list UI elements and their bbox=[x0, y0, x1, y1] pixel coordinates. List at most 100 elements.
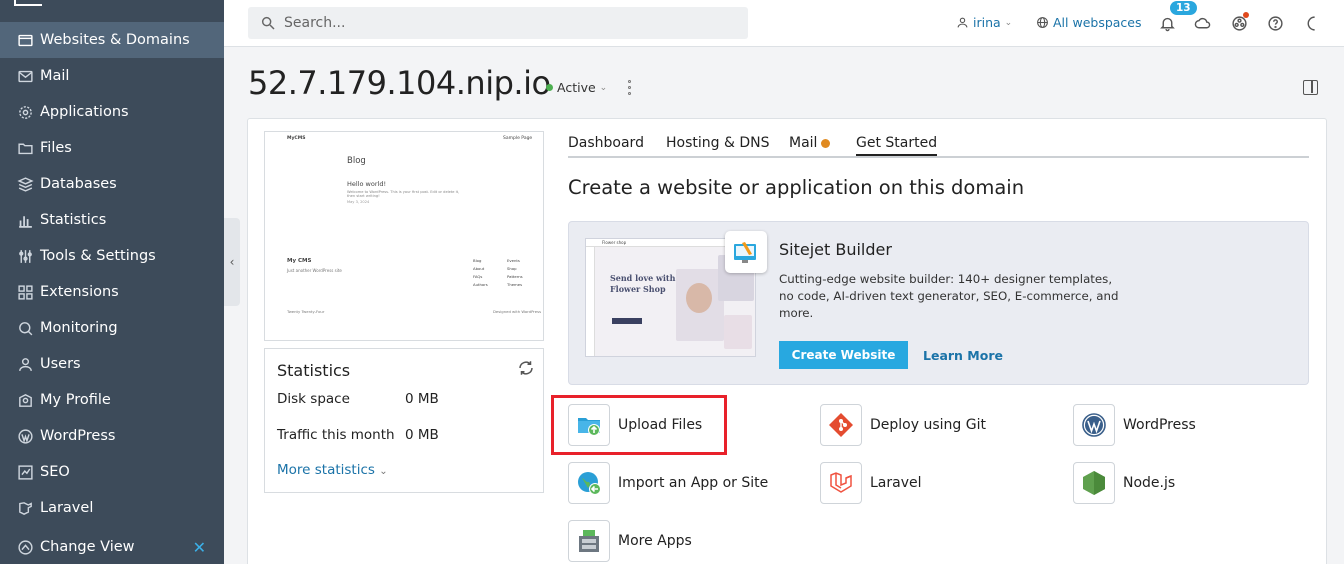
sidebar-collapse-handle[interactable]: ‹ bbox=[224, 218, 240, 306]
refresh-icon[interactable] bbox=[517, 359, 535, 377]
disk-space-label: Disk space bbox=[277, 391, 350, 407]
sitejet-promo: Flower shop Send love with Flower Shop S… bbox=[568, 221, 1309, 385]
more-apps-option[interactable]: More Apps bbox=[568, 520, 692, 562]
tab-mail-label: Mail bbox=[789, 135, 818, 151]
mail-warning-dot bbox=[821, 138, 831, 148]
sidebar-item-label: Databases bbox=[40, 176, 117, 192]
nodejs-icon bbox=[1073, 462, 1115, 504]
cloud-button[interactable] bbox=[1192, 13, 1212, 33]
sidebar-item-extensions[interactable]: Extensions bbox=[0, 274, 224, 310]
import-globe-icon bbox=[568, 462, 610, 504]
gear-icon bbox=[16, 103, 34, 121]
preview-headline: Send love with Flower Shop bbox=[610, 273, 676, 294]
change-view-icon bbox=[16, 538, 34, 556]
learn-more-link[interactable]: Learn More bbox=[923, 348, 1003, 363]
sidebar-item-my-profile[interactable]: My Profile bbox=[0, 382, 224, 418]
tab-mail[interactable]: Mail bbox=[789, 135, 831, 151]
moon-icon bbox=[1307, 15, 1315, 31]
laravel-icon bbox=[820, 462, 862, 504]
database-icon bbox=[16, 175, 34, 193]
preview-credit-right: Designed with WordPress bbox=[493, 309, 542, 314]
sidebar-item-applications[interactable]: Applications bbox=[0, 94, 224, 130]
sidebar-item-label: Applications bbox=[40, 104, 129, 120]
apps-icon bbox=[1231, 15, 1247, 31]
statistics-title: Statistics bbox=[277, 361, 351, 380]
preview-footer-name: My CMS bbox=[287, 258, 312, 264]
deploy-git-label: Deploy using Git bbox=[870, 417, 986, 433]
sidebar-item-seo[interactable]: SEO bbox=[0, 454, 224, 490]
preview-nav: Sample Page bbox=[503, 136, 533, 141]
sidebar-item-tools-settings[interactable]: Tools & Settings bbox=[0, 238, 224, 274]
search-input[interactable] bbox=[284, 15, 724, 31]
sidebar-item-label: SEO bbox=[40, 464, 70, 480]
help-icon bbox=[1267, 15, 1283, 31]
preview-link: About bbox=[473, 266, 485, 271]
chevron-down-icon: ⌄ bbox=[379, 466, 388, 477]
webspaces-menu[interactable]: All webspaces bbox=[1036, 15, 1142, 30]
nodejs-label: Node.js bbox=[1123, 475, 1176, 491]
sidebar-item-mail[interactable]: Mail bbox=[0, 58, 224, 94]
bar-chart-icon bbox=[16, 211, 34, 229]
sidebar-item-label: Websites & Domains bbox=[40, 32, 190, 48]
more-actions-button[interactable] bbox=[624, 78, 634, 96]
tab-get-started[interactable]: Get Started bbox=[856, 135, 938, 156]
sidebar-item-files[interactable]: Files bbox=[0, 130, 224, 166]
status-dot bbox=[546, 84, 553, 91]
globe-icon bbox=[1037, 17, 1048, 28]
disk-space-value: 0 MB bbox=[405, 391, 439, 407]
change-view-button[interactable]: Change View ✕ bbox=[0, 529, 224, 564]
preview-link: Themes bbox=[507, 282, 523, 287]
sidebar-item-label: WordPress bbox=[40, 428, 116, 444]
sidebar-item-label: Mail bbox=[40, 68, 70, 84]
website-preview[interactable]: MyCMS Sample Page Blog Hello world! Welc… bbox=[264, 131, 544, 341]
status-badge[interactable]: Active ⌄ bbox=[546, 80, 607, 95]
laravel-label: Laravel bbox=[870, 475, 922, 491]
sidebar-item-monitoring[interactable]: Monitoring bbox=[0, 310, 224, 346]
laravel-option[interactable]: Laravel bbox=[820, 462, 922, 504]
sidebar-item-websites-domains[interactable]: Websites & Domains bbox=[0, 22, 224, 58]
preview-link: Patterns bbox=[507, 274, 523, 279]
sidebar-item-label: Files bbox=[40, 140, 72, 156]
folder-icon bbox=[16, 139, 34, 157]
more-statistics-link[interactable]: More statistics ⌄ bbox=[277, 462, 388, 478]
notifications-button[interactable] bbox=[1157, 13, 1177, 33]
chevron-left-icon: ‹ bbox=[229, 255, 235, 269]
cloud-icon bbox=[1194, 17, 1210, 28]
top-bar: irina ⌄ All webspaces 13 bbox=[224, 0, 1344, 47]
bell-icon bbox=[1159, 17, 1175, 31]
tab-dashboard[interactable]: Dashboard bbox=[568, 135, 644, 151]
preview-post-text: Welcome to WordPress. This is your first… bbox=[347, 190, 460, 198]
profile-icon bbox=[16, 391, 34, 409]
search-box[interactable] bbox=[248, 7, 748, 39]
sidebar-item-label: Users bbox=[40, 356, 81, 372]
create-website-button[interactable]: Create Website bbox=[779, 341, 908, 369]
preview-post-date: May 3, 2024 bbox=[347, 200, 370, 204]
side-panel-toggle-icon[interactable] bbox=[1303, 80, 1318, 95]
highlight-box bbox=[551, 395, 727, 455]
page-title: 52.7.179.104.nip.io bbox=[248, 64, 551, 102]
deploy-git-option[interactable]: Deploy using Git bbox=[820, 404, 986, 446]
nodejs-option[interactable]: Node.js bbox=[1073, 462, 1175, 504]
sidebar-item-label: My Profile bbox=[40, 392, 111, 408]
tab-hosting-dns[interactable]: Hosting & DNS bbox=[666, 135, 769, 151]
wordpress-option[interactable]: WordPress bbox=[1073, 404, 1196, 446]
extensions-button[interactable] bbox=[1229, 13, 1249, 33]
preview-brand: Flower shop bbox=[602, 240, 627, 245]
user-menu[interactable]: irina ⌄ bbox=[956, 15, 1012, 30]
mail-icon bbox=[16, 67, 34, 85]
help-button[interactable] bbox=[1265, 13, 1285, 33]
sidebar-item-laravel[interactable]: Laravel bbox=[0, 490, 224, 526]
sitejet-description: Cutting-edge website builder: 140+ desig… bbox=[779, 272, 1119, 320]
close-icon[interactable]: ✕ bbox=[193, 538, 206, 557]
sidebar-item-databases[interactable]: Databases bbox=[0, 166, 224, 202]
sidebar-item-users[interactable]: Users bbox=[0, 346, 224, 382]
globe-icon bbox=[16, 31, 34, 49]
theme-toggle-button[interactable] bbox=[1302, 13, 1322, 33]
sidebar-item-label: Extensions bbox=[40, 284, 119, 300]
preview-site-name: MyCMS bbox=[287, 136, 306, 141]
sidebar-item-statistics[interactable]: Statistics bbox=[0, 202, 224, 238]
traffic-value: 0 MB bbox=[405, 427, 439, 443]
import-app-option[interactable]: Import an App or Site bbox=[568, 462, 768, 504]
preview-footer-text: Just another WordPress site bbox=[287, 268, 342, 273]
sidebar-item-wordpress[interactable]: WordPress bbox=[0, 418, 224, 454]
